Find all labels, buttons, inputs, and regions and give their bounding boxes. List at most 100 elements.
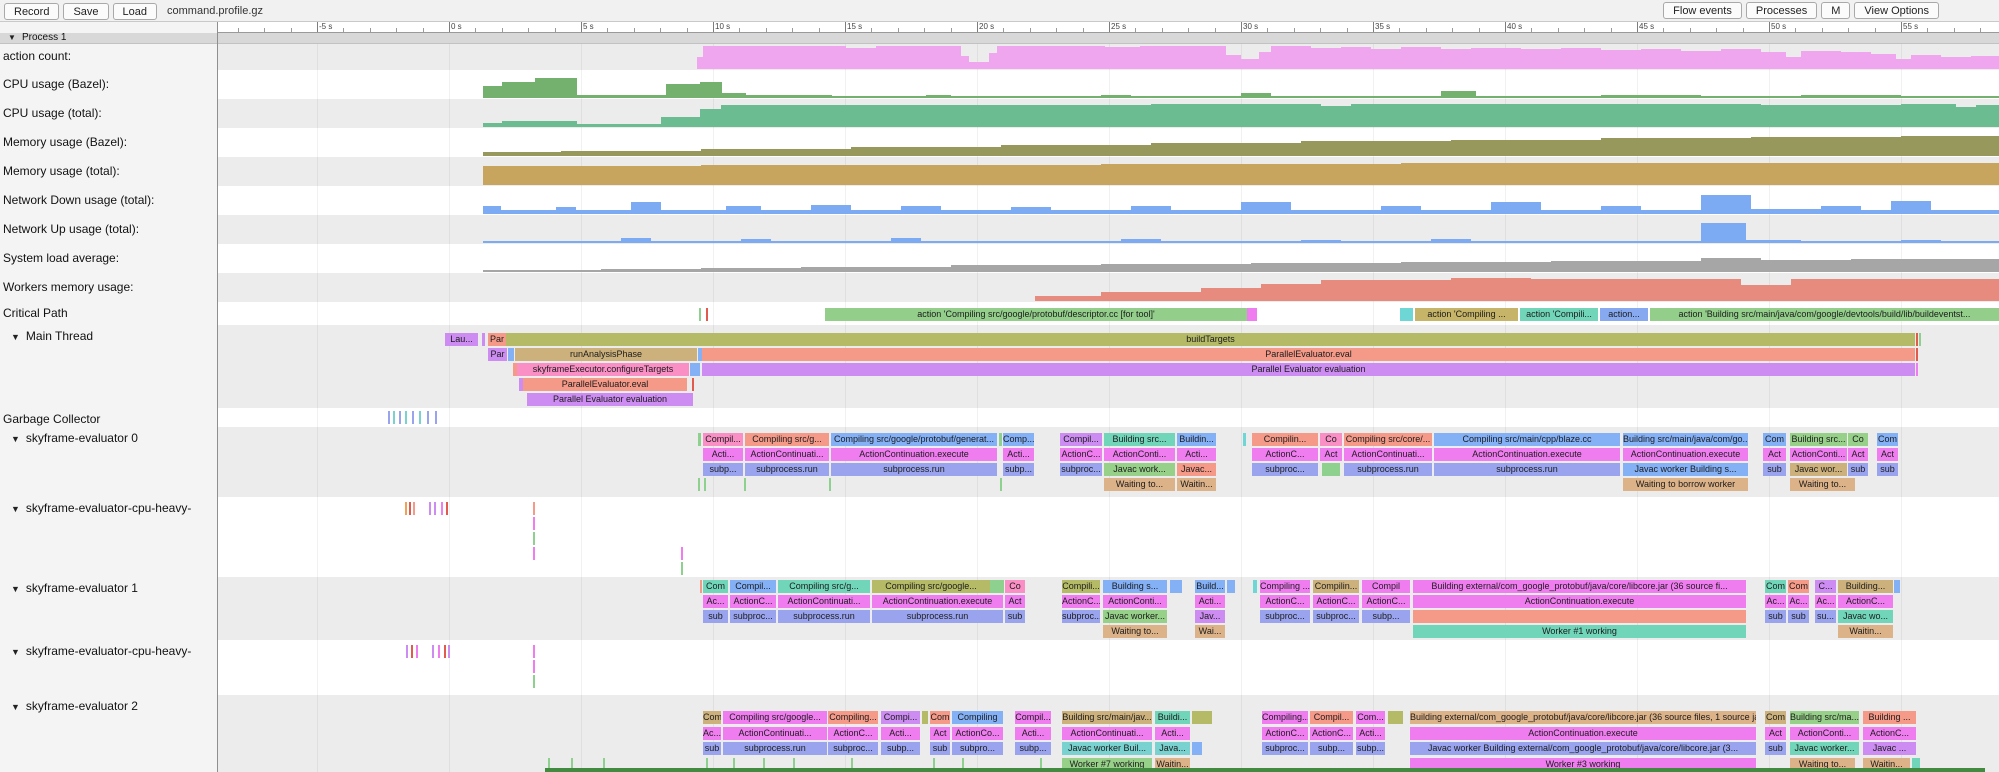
trace-event-block[interactable]: Co <box>1848 433 1868 446</box>
chart-segment[interactable] <box>1911 55 1941 69</box>
trace-event-block[interactable]: Compil... <box>1015 711 1051 724</box>
trace-event-block[interactable]: sub <box>1765 610 1786 623</box>
trace-event-block[interactable]: Waiting to... <box>1103 625 1167 638</box>
trace-event-block[interactable]: Building ... <box>1863 711 1916 724</box>
trace-event-block[interactable]: Parallel Evaluator evaluation <box>527 393 693 406</box>
trace-event-block[interactable]: subprocess.run <box>1434 463 1620 476</box>
collapse-arrow-icon[interactable]: ▼ <box>11 702 20 712</box>
chart-segment[interactable] <box>989 53 997 69</box>
trace-event-block[interactable]: buildTargets <box>506 333 1915 346</box>
chart-segment[interactable] <box>1251 263 1401 272</box>
chart-segment[interactable] <box>1161 241 1301 243</box>
chart-segment[interactable] <box>1321 106 1351 127</box>
chart-segment[interactable] <box>535 78 577 98</box>
trace-event-block[interactable]: Compiling src/google... <box>723 711 827 724</box>
chart-segment[interactable] <box>1901 136 1999 156</box>
trace-event-block[interactable] <box>1322 463 1340 476</box>
trace-event-block[interactable]: Wai... <box>1195 625 1225 638</box>
trace-event-block[interactable]: Compili... <box>1062 580 1100 593</box>
trace-event-block[interactable]: subprocess.run <box>1344 463 1432 476</box>
chart-segment[interactable] <box>1291 210 1381 214</box>
chart-segment[interactable] <box>661 210 726 214</box>
chart-segment[interactable] <box>951 96 1101 98</box>
chart-segment[interactable] <box>1035 296 1101 301</box>
chart-segment[interactable] <box>1261 284 1321 301</box>
trace-event-block[interactable]: Compilin... <box>1252 433 1318 446</box>
trace-event-block[interactable]: Compiling... <box>1262 711 1308 724</box>
trace-event-block[interactable]: Acti... <box>1177 448 1216 461</box>
chart-segment[interactable] <box>1311 48 1341 69</box>
trace-event-block[interactable]: Act <box>1763 448 1786 461</box>
trace-event-block[interactable]: subp... <box>703 463 743 476</box>
chart-segment[interactable] <box>1941 241 1999 243</box>
chart-segment[interactable] <box>997 46 1105 69</box>
chart-segment[interactable] <box>926 95 951 98</box>
trace-event-block[interactable] <box>1243 433 1246 446</box>
trace-event-block[interactable]: ActionConti... <box>1790 448 1847 461</box>
chart-segment[interactable] <box>951 265 1101 272</box>
trace-event-block[interactable] <box>533 645 535 658</box>
trace-event-block[interactable]: Compil... <box>1310 711 1353 724</box>
trace-event-block[interactable]: subproc... <box>1060 463 1102 476</box>
trace-event-block[interactable]: ActionContinuati... <box>723 727 827 740</box>
chart-segment[interactable] <box>1761 260 1851 272</box>
trace-event-block[interactable] <box>1916 333 1918 346</box>
chart-segment[interactable] <box>1121 239 1161 243</box>
trace-event-block[interactable]: Worker #1 working <box>1413 625 1746 638</box>
trace-event-block[interactable]: Building external/com_google_protobuf/ja… <box>1413 580 1746 593</box>
chart-segment[interactable] <box>502 82 535 98</box>
trace-event-block[interactable]: ActionC... <box>1310 727 1353 740</box>
chart-segment[interactable] <box>1786 57 1801 69</box>
trace-event-block[interactable]: Java... <box>1155 742 1190 755</box>
trace-event-block[interactable]: Com <box>1763 433 1786 446</box>
chart-segment[interactable] <box>1901 240 1941 243</box>
trace-event-block[interactable]: Compil... <box>1060 433 1102 446</box>
trace-event-block[interactable] <box>508 348 514 361</box>
trace-event-block[interactable] <box>700 580 702 593</box>
trace-event-block[interactable] <box>411 645 413 658</box>
chart-segment[interactable] <box>577 124 661 127</box>
trace-event-block[interactable]: Co <box>1005 580 1025 593</box>
chart-segment[interactable] <box>1441 91 1476 98</box>
chart-segment[interactable] <box>901 165 1101 185</box>
trace-event-block[interactable]: sub <box>1005 610 1025 623</box>
trace-event-block[interactable]: Act <box>1848 448 1868 461</box>
trace-event-block[interactable]: Javac... <box>1177 463 1216 476</box>
trace-event-block[interactable]: subprocess.run <box>831 463 997 476</box>
trace-event-block[interactable]: action... <box>1600 308 1648 321</box>
trace-event-block[interactable] <box>405 502 407 515</box>
trace-event-block[interactable]: Compil <box>1362 580 1410 593</box>
trace-event-block[interactable]: Waitin... <box>1838 625 1893 638</box>
trace-event-block[interactable]: action 'Compiling src/google/protobuf/de… <box>825 308 1247 321</box>
trace-event-block[interactable]: ActionC... <box>1262 727 1308 740</box>
chart-segment[interactable] <box>1271 96 1441 98</box>
trace-event-block[interactable]: Act <box>1005 595 1025 608</box>
trace-event-block[interactable]: sub <box>1765 742 1786 755</box>
trace-event-block[interactable]: ActionC... <box>1362 595 1410 608</box>
trace-event-block[interactable]: ActionC... <box>1863 727 1916 740</box>
chart-segment[interactable] <box>700 109 721 127</box>
chart-segment[interactable] <box>741 239 771 243</box>
trace-event-block[interactable] <box>441 502 443 515</box>
trace-event-block[interactable] <box>406 645 408 658</box>
flow-events-button[interactable]: Flow events <box>1663 2 1742 19</box>
chart-segment[interactable] <box>1341 241 1431 243</box>
trace-event-block[interactable] <box>438 645 440 658</box>
chart-segment[interactable] <box>651 241 741 243</box>
chart-segment[interactable] <box>1701 223 1746 243</box>
chart-segment[interactable] <box>701 149 851 156</box>
trace-event-block[interactable]: sub <box>1848 463 1868 476</box>
chart-segment[interactable] <box>876 46 961 69</box>
chart-segment[interactable] <box>1791 279 1999 301</box>
trace-event-block[interactable]: Acti... <box>1195 595 1225 608</box>
trace-event-block[interactable]: Building... <box>1838 580 1893 593</box>
trace-event-block[interactable]: Building src... <box>1104 433 1175 446</box>
trace-event-block[interactable]: Javac worker... <box>1103 610 1167 623</box>
trace-event-block[interactable]: ParallelEvaluator.eval <box>523 378 687 391</box>
trace-event-block[interactable] <box>533 502 535 515</box>
chart-segment[interactable] <box>701 268 801 272</box>
trace-event-block[interactable] <box>1170 580 1182 593</box>
chart-segment[interactable] <box>1151 104 1321 127</box>
chart-segment[interactable] <box>1321 280 1451 301</box>
trace-event-block[interactable] <box>698 478 700 491</box>
